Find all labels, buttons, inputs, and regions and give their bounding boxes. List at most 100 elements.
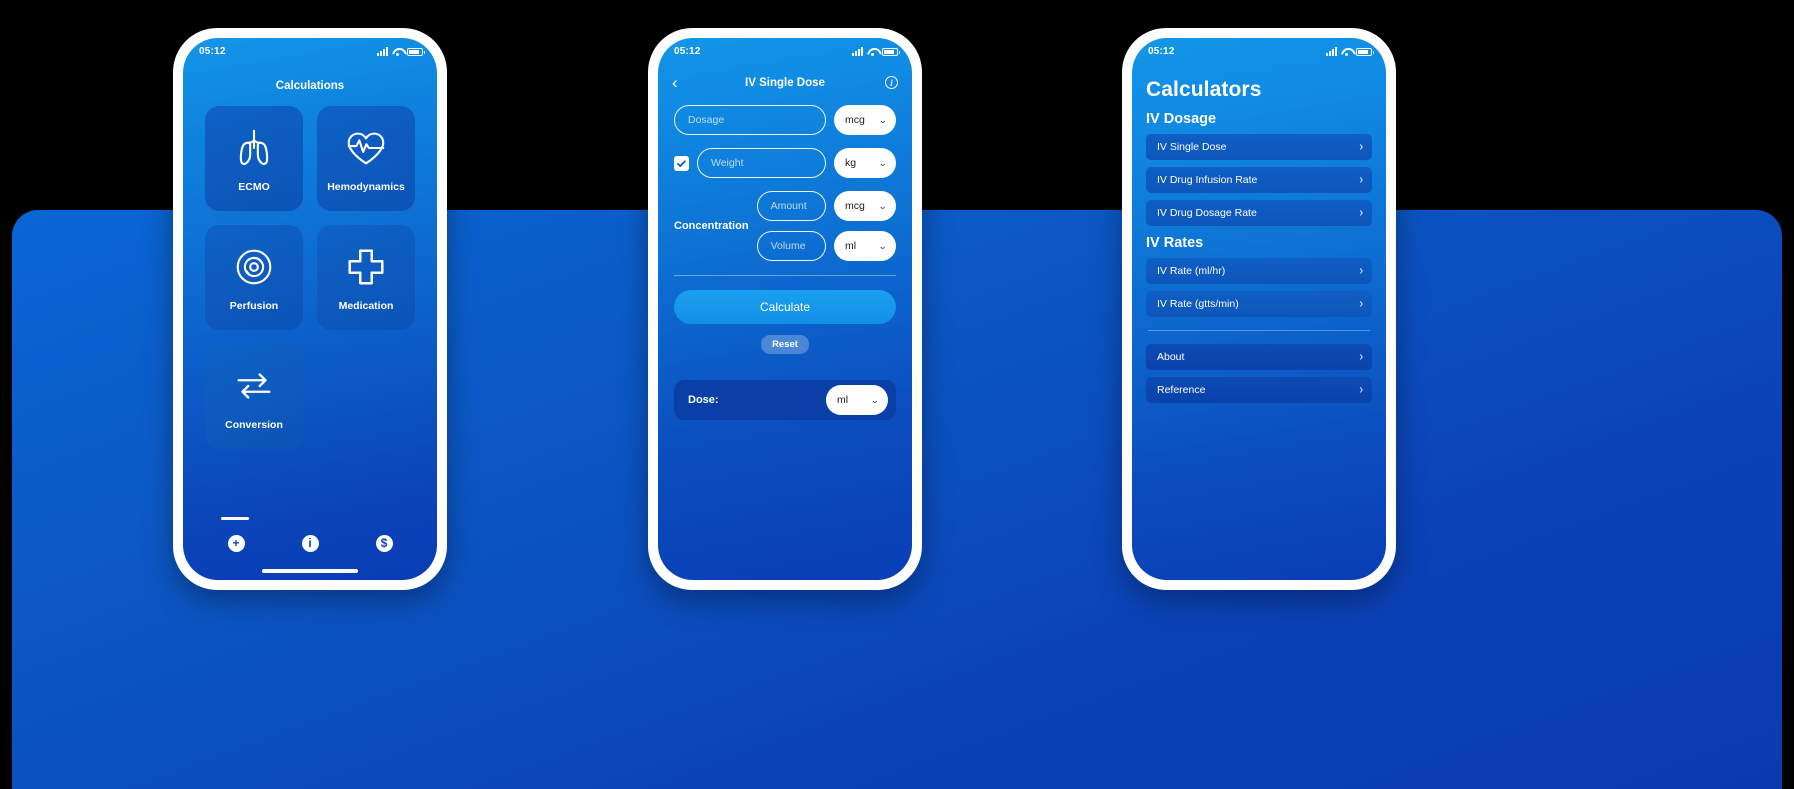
tile-medication[interactable]: Medication [317,225,415,330]
weight-row: Weight kg ⌄ [674,148,896,178]
status-time: 05:12 [674,45,701,57]
calculate-button[interactable]: Calculate [674,290,896,324]
volume-input[interactable]: Volume [756,231,826,261]
page-title: IV Single Dose [745,76,825,89]
weight-unit-value: kg [845,157,857,169]
phone-frame-calculators: 05:12 Calculators IV Dosage IV Single Do… [1122,28,1396,590]
footer-divider [1148,330,1370,331]
status-bar: 05:12 [1132,38,1386,64]
tile-conversion[interactable]: Conversion [205,344,303,449]
tile-perfusion[interactable]: Perfusion [205,225,303,330]
signal-icon [1326,46,1337,56]
weight-unit-select[interactable]: kg ⌄ [834,148,896,178]
list-item-label: IV Rate (gtts/min) [1157,298,1239,310]
list-item-reference[interactable]: Reference › [1146,377,1372,403]
tile-ecmo[interactable]: ECMO [205,106,303,211]
amount-placeholder: Amount [770,200,807,212]
reset-button[interactable]: Reset [761,335,809,354]
concentration-block: Concentration Amount mcg ⌄ Volume ml ⌄ [674,191,896,261]
exchange-arrows-icon [231,363,277,409]
section-heading-iv-dosage: IV Dosage [1146,111,1217,127]
wifi-icon [867,47,878,56]
tile-label: Perfusion [229,299,279,312]
dose-result: Dose: ml ⌄ [674,380,896,420]
dose-form: Dosage mcg ⌄ Weight kg ⌄ Concentration A… [658,105,912,261]
battery-icon [882,47,900,56]
tile-label: Hemodynamics [327,180,405,193]
amount-input[interactable]: Amount [756,191,826,221]
phone-frame-calculations: 05:12 Calculations ECMO Hemodynamics Per… [173,28,447,590]
list-item-iv-drug-dosage-rate[interactable]: IV Drug Dosage Rate › [1146,200,1372,226]
chevron-right-icon: › [1359,383,1363,397]
chevron-down-icon: ⌄ [870,394,880,405]
dollar-tab[interactable]: $ [375,534,393,552]
status-time: 05:12 [1148,45,1175,57]
home-indicator [262,569,358,573]
volume-placeholder: Volume [770,240,806,252]
signal-icon [377,46,388,56]
dose-result-label: Dose: [688,394,719,406]
chevron-right-icon: › [1359,350,1363,364]
weight-input[interactable]: Weight [697,148,826,178]
chevron-right-icon: › [1359,297,1363,311]
dosage-unit-select[interactable]: mcg ⌄ [834,105,896,135]
screen-calculators: 05:12 Calculators IV Dosage IV Single Do… [1132,38,1386,580]
list-item-iv-rate-gttsmin[interactable]: IV Rate (gtts/min) › [1146,291,1372,317]
navigation-bar: ‹ IV Single Dose i [658,64,912,105]
dose-result-unit-select[interactable]: ml ⌄ [826,385,888,415]
add-tab[interactable]: + [227,534,245,552]
list-item-about[interactable]: About › [1146,344,1372,370]
battery-icon [407,47,425,56]
phone-frame-iv-single-dose: 05:12 ‹ IV Single Dose i Dosage mcg ⌄ We… [648,28,922,590]
list-item-label: IV Rate (ml/hr) [1157,265,1226,277]
status-bar: 05:12 [183,38,437,64]
tile-label: ECMO [238,180,270,193]
dosage-placeholder: Dosage [688,114,725,126]
list-item-iv-drug-infusion-rate[interactable]: IV Drug Infusion Rate › [1146,167,1372,193]
signal-icon [852,46,863,56]
calculators-content: Calculators IV Dosage IV Single Dose › I… [1132,64,1386,410]
wifi-icon [392,47,403,56]
screen-iv-single-dose: 05:12 ‹ IV Single Dose i Dosage mcg ⌄ We… [658,38,912,580]
info-icon[interactable]: i [885,76,898,89]
volume-unit-select[interactable]: ml ⌄ [834,231,896,261]
amount-row: Amount mcg ⌄ [756,191,896,221]
perfusion-icon [231,244,277,290]
heart-pulse-icon [343,125,389,171]
section-heading-iv-rates: IV Rates [1146,235,1204,251]
list-item-iv-single-dose[interactable]: IV Single Dose › [1146,134,1372,160]
concentration-fields: Amount mcg ⌄ Volume ml ⌄ [756,191,896,261]
tile-hemodynamics[interactable]: Hemodynamics [317,106,415,211]
list-item-label: IV Single Dose [1157,141,1227,153]
dollar-tab-glyph: $ [380,536,388,550]
back-chevron-icon[interactable]: ‹ [672,74,678,91]
info-tab-glyph: i [308,536,312,550]
status-icons [1326,46,1374,56]
page-title: Calculators [1146,78,1262,101]
chevron-right-icon: › [1359,173,1363,187]
form-divider [674,275,896,276]
dosage-row: Dosage mcg ⌄ [674,105,896,135]
lungs-icon [231,125,277,171]
weight-placeholder: Weight [711,157,744,169]
list-item-iv-rate-mlhr[interactable]: IV Rate (ml/hr) › [1146,258,1372,284]
active-tab-indicator [221,517,249,520]
tile-label: Conversion [225,418,283,431]
chevron-right-icon: › [1359,206,1363,220]
chevron-right-icon: › [1359,140,1363,154]
wifi-icon [1341,47,1352,56]
status-icons [377,46,425,56]
weight-checkbox[interactable] [674,155,689,171]
info-tab[interactable]: i [301,534,319,552]
dosage-unit-value: mcg [845,114,865,126]
screen-calculations: 05:12 Calculations ECMO Hemodynamics Per… [183,38,437,580]
amount-unit-select[interactable]: mcg ⌄ [834,191,896,221]
list-item-label: IV Drug Infusion Rate [1157,174,1258,186]
calculation-tiles-grid: ECMO Hemodynamics Perfusion Medication C… [183,106,437,449]
bottom-tab-bar: + i $ [183,517,437,569]
page-title: Calculations [275,80,345,92]
chevron-right-icon: › [1359,264,1363,278]
dosage-input[interactable]: Dosage [674,105,826,135]
